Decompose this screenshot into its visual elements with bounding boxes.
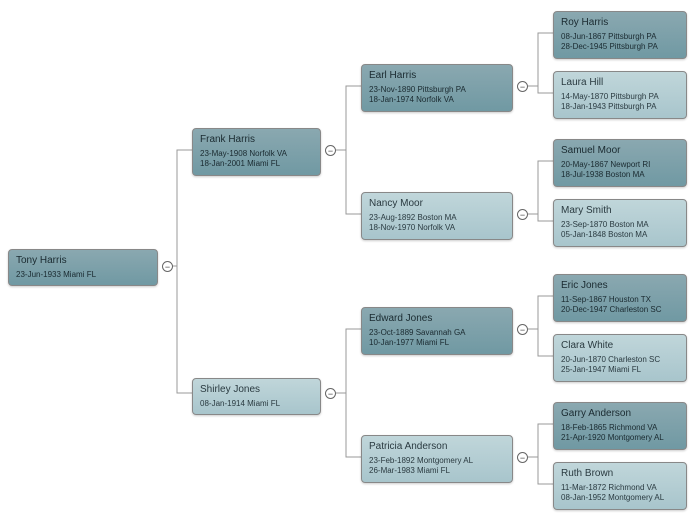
- expand-toggle[interactable]: [162, 261, 173, 272]
- person-garry-anderson[interactable]: Garry Anderson 18-Feb-1865 Richmond VA 2…: [553, 402, 687, 450]
- person-death: 26-Mar-1983 Miami FL: [369, 466, 505, 476]
- person-death: 18-Jan-1943 Pittsburgh PA: [561, 102, 679, 112]
- person-name: Edward Jones: [369, 313, 505, 324]
- person-shirley-jones[interactable]: Shirley Jones 08-Jan-1914 Miami FL: [192, 378, 321, 415]
- person-name: Frank Harris: [200, 134, 313, 145]
- person-patricia-anderson[interactable]: Patricia Anderson 23-Feb-1892 Montgomery…: [361, 435, 513, 483]
- person-birth: 23-May-1908 Norfolk VA: [200, 149, 313, 159]
- person-nancy-moor[interactable]: Nancy Moor 23-Aug-1892 Boston MA 18-Nov-…: [361, 192, 513, 240]
- expand-toggle[interactable]: [517, 209, 528, 220]
- person-name: Roy Harris: [561, 17, 679, 28]
- person-edward-jones[interactable]: Edward Jones 23-Oct-1889 Savannah GA 10-…: [361, 307, 513, 355]
- person-name: Shirley Jones: [200, 384, 313, 395]
- person-eric-jones[interactable]: Eric Jones 11-Sep-1867 Houston TX 20-Dec…: [553, 274, 687, 322]
- person-clara-white[interactable]: Clara White 20-Jun-1870 Charleston SC 25…: [553, 334, 687, 382]
- expand-toggle[interactable]: [517, 81, 528, 92]
- expand-toggle[interactable]: [517, 452, 528, 463]
- person-name: Garry Anderson: [561, 408, 679, 419]
- person-death: 05-Jan-1848 Boston MA: [561, 230, 679, 240]
- person-death: 08-Jan-1952 Montgomery AL: [561, 493, 679, 503]
- person-birth: 23-Feb-1892 Montgomery AL: [369, 456, 505, 466]
- expand-toggle[interactable]: [325, 145, 336, 156]
- person-birth: 23-Oct-1889 Savannah GA: [369, 328, 505, 338]
- person-birth: 08-Jan-1914 Miami FL: [200, 399, 313, 409]
- person-name: Nancy Moor: [369, 198, 505, 209]
- expand-toggle[interactable]: [325, 388, 336, 399]
- person-birth: 14-May-1870 Pittsburgh PA: [561, 92, 679, 102]
- person-death: 28-Dec-1945 Pittsburgh PA: [561, 42, 679, 52]
- person-birth: 20-Jun-1870 Charleston SC: [561, 355, 679, 365]
- person-birth: 23-Sep-1870 Boston MA: [561, 220, 679, 230]
- person-death: 18-Jan-2001 Miami FL: [200, 159, 313, 169]
- person-death: 18-Nov-1970 Norfolk VA: [369, 223, 505, 233]
- person-ruth-brown[interactable]: Ruth Brown 11-Mar-1872 Richmond VA 08-Ja…: [553, 462, 687, 510]
- person-birth: 23-Jun-1933 Miami FL: [16, 270, 150, 280]
- person-name: Mary Smith: [561, 205, 679, 216]
- person-death: 18-Jul-1938 Boston MA: [561, 170, 679, 180]
- person-tony-harris[interactable]: Tony Harris 23-Jun-1933 Miami FL: [8, 249, 158, 286]
- person-birth: 23-Nov-1890 Pittsburgh PA: [369, 85, 505, 95]
- person-death: 25-Jan-1947 Miami FL: [561, 365, 679, 375]
- person-birth: 23-Aug-1892 Boston MA: [369, 213, 505, 223]
- person-birth: 11-Sep-1867 Houston TX: [561, 295, 679, 305]
- person-death: 21-Apr-1920 Montgomery AL: [561, 433, 679, 443]
- person-birth: 18-Feb-1865 Richmond VA: [561, 423, 679, 433]
- person-birth: 08-Jun-1867 Pittsburgh PA: [561, 32, 679, 42]
- person-laura-hill[interactable]: Laura Hill 14-May-1870 Pittsburgh PA 18-…: [553, 71, 687, 119]
- person-name: Laura Hill: [561, 77, 679, 88]
- person-name: Samuel Moor: [561, 145, 679, 156]
- person-roy-harris[interactable]: Roy Harris 08-Jun-1867 Pittsburgh PA 28-…: [553, 11, 687, 59]
- person-death: 10-Jan-1977 Miami FL: [369, 338, 505, 348]
- person-name: Ruth Brown: [561, 468, 679, 479]
- person-samuel-moor[interactable]: Samuel Moor 20-May-1867 Newport RI 18-Ju…: [553, 139, 687, 187]
- person-frank-harris[interactable]: Frank Harris 23-May-1908 Norfolk VA 18-J…: [192, 128, 321, 176]
- person-death: 20-Dec-1947 Charleston SC: [561, 305, 679, 315]
- person-earl-harris[interactable]: Earl Harris 23-Nov-1890 Pittsburgh PA 18…: [361, 64, 513, 112]
- person-name: Eric Jones: [561, 280, 679, 291]
- person-birth: 20-May-1867 Newport RI: [561, 160, 679, 170]
- person-mary-smith[interactable]: Mary Smith 23-Sep-1870 Boston MA 05-Jan-…: [553, 199, 687, 247]
- person-name: Tony Harris: [16, 255, 150, 266]
- person-name: Patricia Anderson: [369, 441, 505, 452]
- person-death: 18-Jan-1974 Norfolk VA: [369, 95, 505, 105]
- person-name: Clara White: [561, 340, 679, 351]
- expand-toggle[interactable]: [517, 324, 528, 335]
- person-birth: 11-Mar-1872 Richmond VA: [561, 483, 679, 493]
- person-name: Earl Harris: [369, 70, 505, 81]
